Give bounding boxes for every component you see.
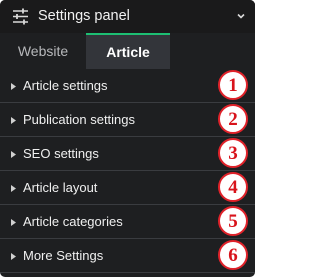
caret-right-icon	[11, 117, 16, 124]
number-badge: 3	[218, 138, 248, 168]
settings-panel-header[interactable]: Settings panel	[0, 0, 255, 33]
section-publication-settings[interactable]: Publication settings 2	[0, 103, 255, 137]
number-badge: 4	[218, 172, 248, 202]
caret-right-icon	[11, 185, 16, 192]
settings-panel: Settings panel Website Article Article s…	[0, 0, 255, 277]
number-badge: 2	[218, 104, 248, 134]
section-label: Article layout	[23, 180, 98, 195]
section-label: Publication settings	[23, 112, 136, 127]
tab-website[interactable]: Website	[0, 33, 86, 69]
number-badge: 6	[218, 240, 248, 270]
number-badge: 5	[218, 206, 248, 236]
panel-title: Settings panel	[38, 8, 130, 24]
tab-article[interactable]: Article	[86, 33, 170, 69]
section-article-categories[interactable]: Article categories 5	[0, 205, 255, 239]
panel-tabs: Website Article	[0, 33, 255, 69]
chevron-down-icon[interactable]	[236, 11, 246, 21]
section-article-settings[interactable]: Article settings 1	[0, 69, 255, 103]
section-label: More Settings	[23, 248, 104, 263]
section-label: SEO settings	[23, 146, 99, 161]
caret-right-icon	[11, 253, 16, 260]
section-seo-settings[interactable]: SEO settings 3	[0, 137, 255, 171]
section-more-settings[interactable]: More Settings 6	[0, 239, 255, 273]
section-label: Article categories	[23, 214, 123, 229]
sliders-icon	[13, 8, 28, 25]
section-label: Article settings	[23, 78, 108, 93]
caret-right-icon	[11, 151, 16, 158]
caret-right-icon	[11, 219, 16, 226]
number-badge: 1	[218, 70, 248, 100]
section-article-layout[interactable]: Article layout 4	[0, 171, 255, 205]
caret-right-icon	[11, 83, 16, 90]
